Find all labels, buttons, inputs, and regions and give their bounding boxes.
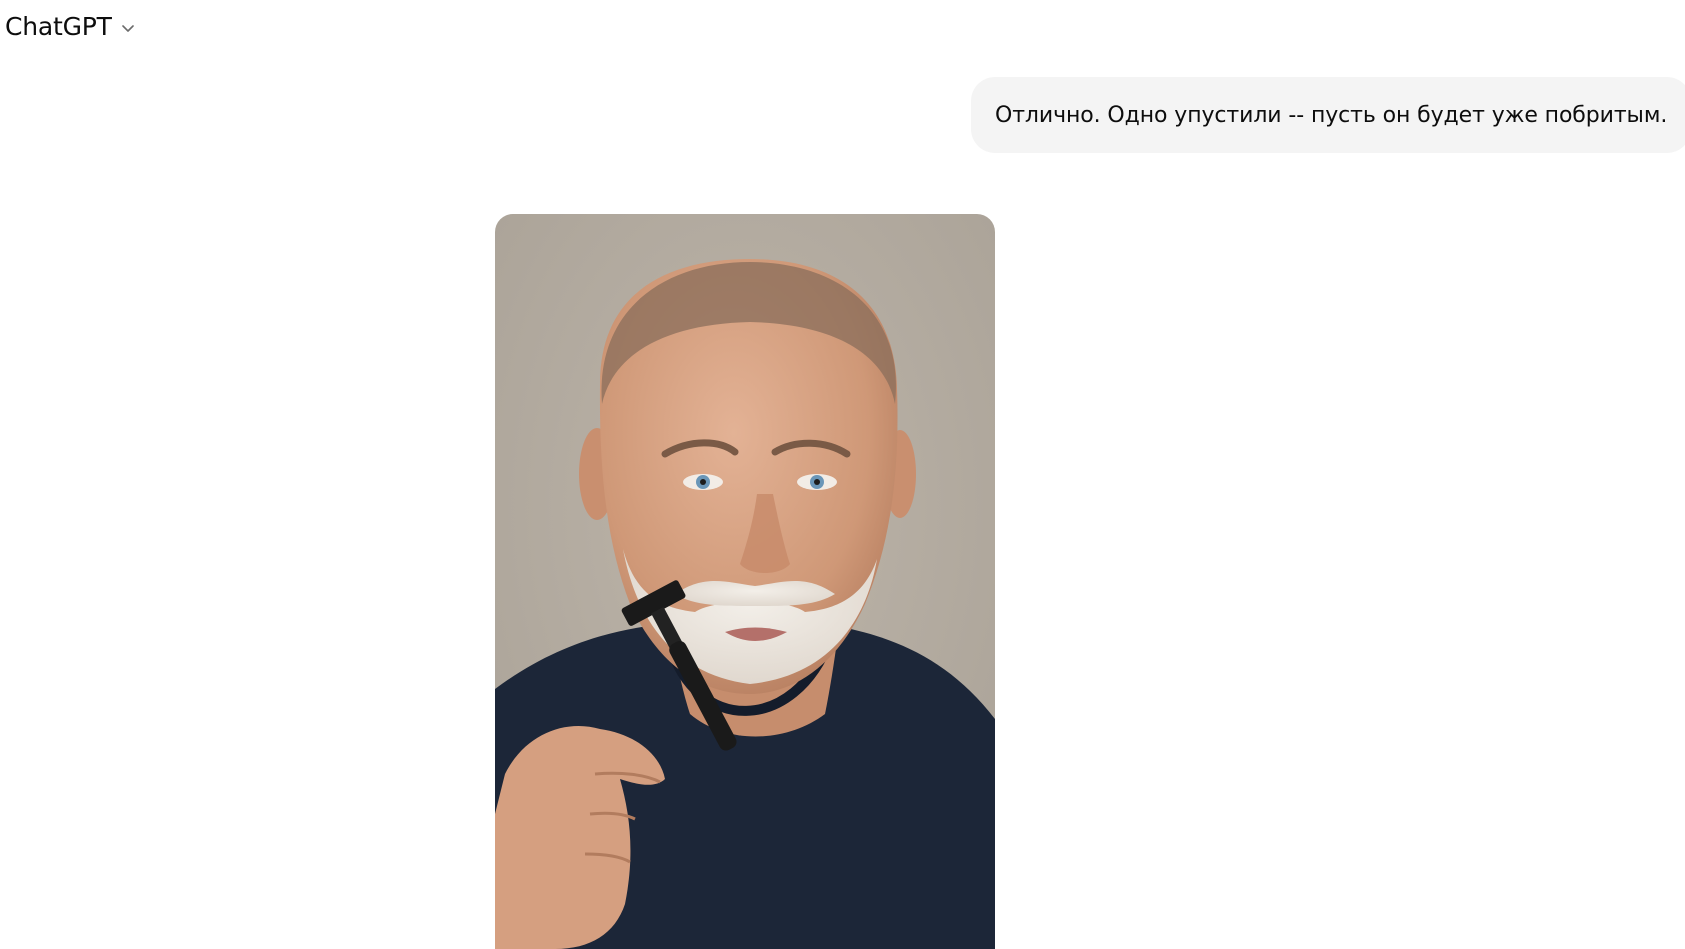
generated-image-illustration (495, 214, 995, 949)
user-message-text: Отлично. Одно упустили -- пусть он будет… (995, 102, 1668, 128)
chevron-down-icon (120, 20, 136, 36)
user-message-bubble: Отлично. Одно упустили -- пусть он будет… (971, 77, 1685, 153)
model-selector[interactable]: ChatGPT (5, 8, 136, 44)
chat-page: ChatGPT Отлично. Одно упустили -- пусть … (0, 0, 1685, 949)
generated-image[interactable] (495, 214, 995, 949)
app-title: ChatGPT (5, 11, 112, 41)
